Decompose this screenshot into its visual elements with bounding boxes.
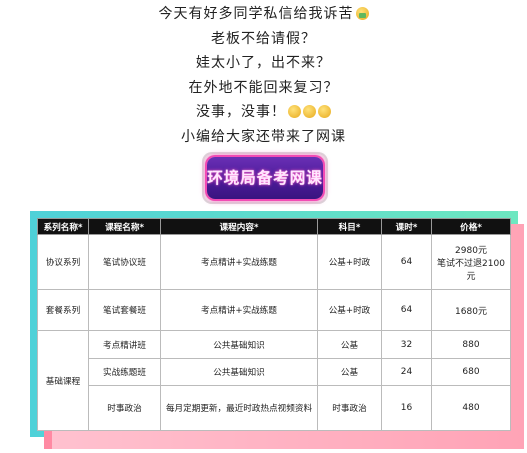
thinking-face-emoji-icon <box>288 105 301 118</box>
hours-cell: 32 <box>381 330 432 359</box>
series-cell: 协议系列 <box>37 234 89 290</box>
table-row: 实战练题班 公共基础知识 公基 24 680 <box>38 358 511 386</box>
intro-text: 今天有好多同学私信给我诉苦 老板不给请假？ 娃太小了，出不来？ 在外地不能回来复… <box>0 0 527 149</box>
series-cell: 套餐系列 <box>37 289 89 331</box>
price-cell: 2980元 笔试不过退2100元 <box>431 234 511 290</box>
intro-line: 在外地不能回来复习？ <box>0 76 527 101</box>
table-row: 时事政治 每月定期更新，最近时政热点视频资料 时事政治 16 480 <box>38 385 511 431</box>
subject-cell: 公基 <box>317 330 382 359</box>
hours-cell: 24 <box>381 358 432 386</box>
column-header: 科目* <box>317 218 382 235</box>
course-cell: 考点精讲班 <box>88 330 161 359</box>
column-header: 课程内容* <box>160 218 318 235</box>
course-cta-button[interactable]: 环境局备考网课 <box>207 157 323 199</box>
table-row: 协议系列 笔试协议班 考点精讲+实战练题 公基+时政 64 2980元 笔试不过… <box>37 234 511 290</box>
column-header: 价格* <box>431 218 511 235</box>
subject-cell: 时事政治 <box>317 385 382 431</box>
intro-line-text: 老板不给请假？ <box>211 30 316 47</box>
intro-line-text: 小编给大家还带来了网课 <box>181 128 346 145</box>
column-header: 课程名称* <box>88 218 161 235</box>
intro-line-text: 今天有好多同学私信给我诉苦 <box>158 6 354 22</box>
subject-cell: 公基+时政 <box>317 289 382 331</box>
price-cell: 880 <box>431 330 511 359</box>
column-header: 课时* <box>381 218 432 235</box>
course-cell: 笔试协议班 <box>88 234 161 290</box>
course-cell: 时事政治 <box>88 385 161 431</box>
hours-cell: 64 <box>381 234 432 290</box>
content-cell: 公共基础知识 <box>160 358 318 386</box>
table-header-row: 系列名称* 课程名称* 课程内容* 科目* 课时* 价格* <box>37 218 511 235</box>
gift-face-emoji-icon <box>355 7 369 20</box>
hours-cell: 64 <box>381 289 432 331</box>
course-cell: 笔试套餐班 <box>88 289 161 331</box>
intro-line: 今天有好多同学私信给我诉苦 <box>0 2 527 27</box>
intro-line: 娃太小了，出不来？ <box>0 51 527 76</box>
subject-cell: 公基+时政 <box>317 234 382 290</box>
price-refund-note: 笔试不过退2100元 <box>437 258 505 282</box>
content-cell: 考点精讲+实战练题 <box>160 234 318 290</box>
cta-button-frame: 环境局备考网课 <box>202 152 328 204</box>
table-row: 套餐系列 笔试套餐班 考点精讲+实战练题 公基+时政 64 1680元 <box>37 289 511 331</box>
hours-cell: 16 <box>381 385 432 431</box>
intro-line-text: 在外地不能回来复习？ <box>188 79 339 96</box>
course-price-table: 系列名称* 课程名称* 课程内容* 科目* 课时* 价格* 协议系列 笔试协议班… <box>37 218 511 431</box>
price-cell: 480 <box>431 385 511 431</box>
intro-line: 没事，没事！ <box>0 100 527 125</box>
price-value: 2980元 <box>455 245 487 256</box>
content-cell: 每月定期更新，最近时政热点视频资料 <box>160 385 318 431</box>
intro-line: 小编给大家还带来了网课 <box>0 125 527 150</box>
intro-line: 老板不给请假？ <box>0 27 527 52</box>
table-row: 基础课程 考点精讲班 公共基础知识 公基 32 880 <box>37 330 511 431</box>
course-cell: 实战练题班 <box>88 358 161 386</box>
thinking-face-emoji-icon <box>303 105 316 118</box>
price-cell: 680 <box>431 358 511 386</box>
intro-line-text: 娃太小了，出不来？ <box>196 55 331 71</box>
thinking-face-emoji-icon <box>318 105 331 118</box>
subject-cell: 公基 <box>317 358 382 386</box>
intro-line-text: 没事，没事！ <box>196 104 286 120</box>
column-header: 系列名称* <box>37 218 89 235</box>
series-cell: 基础课程 <box>37 330 89 431</box>
price-cell: 1680元 <box>431 289 511 331</box>
content-cell: 公共基础知识 <box>160 330 318 359</box>
content-cell: 考点精讲+实战练题 <box>160 289 318 331</box>
